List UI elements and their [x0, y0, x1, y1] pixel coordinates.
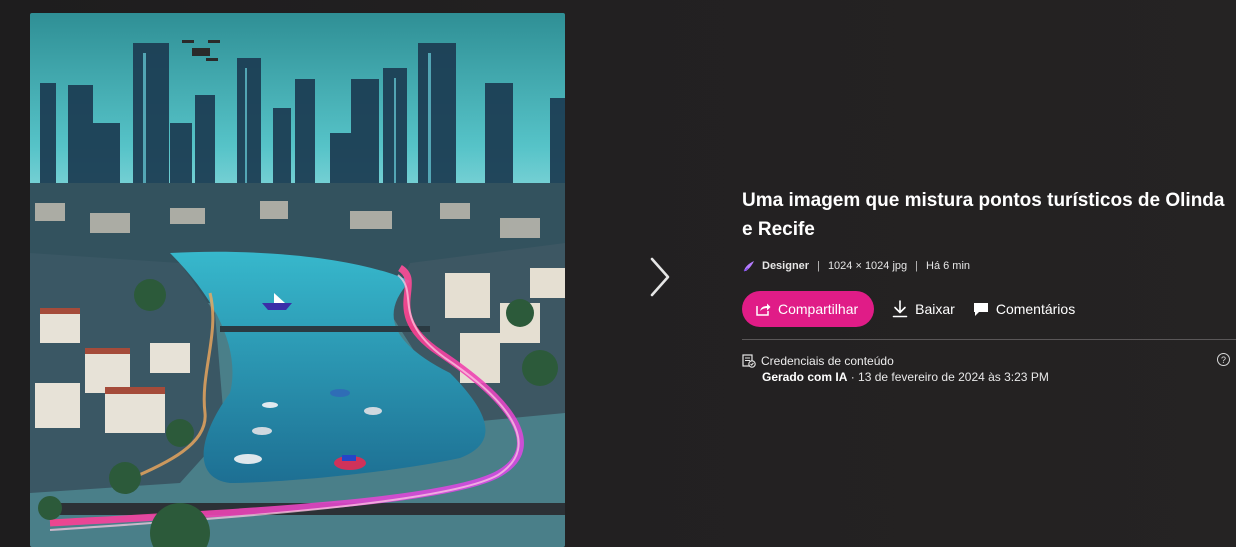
share-icon — [756, 302, 771, 316]
credentials-detail: Gerado com IA · 13 de fevereiro de 2024 … — [742, 370, 1236, 386]
content-credentials: Credenciais de conteúdo Gerado com IA · … — [742, 353, 1236, 386]
help-icon[interactable]: ? — [1217, 353, 1230, 366]
divider — [742, 339, 1236, 340]
image-title: Uma imagem que mistura pontos turísticos… — [742, 190, 1225, 240]
image-meta: Designer | 1024 × 1024 jpg | Há 6 min — [742, 258, 1236, 274]
generated-with-ai-label: Gerado com IA — [762, 370, 848, 384]
city-illustration — [30, 13, 565, 547]
meta-separator: | — [817, 260, 820, 272]
download-label: Baixar — [915, 301, 955, 317]
comments-label: Comentários — [995, 301, 1076, 317]
generated-date: · 13 de fevereiro de 2024 às 3:23 PM — [847, 370, 1049, 384]
comment-icon — [973, 302, 989, 317]
content-credentials-icon — [742, 354, 756, 368]
meta-separator: | — [915, 260, 919, 272]
download-icon — [892, 300, 908, 318]
image-age: Há 6 min — [926, 260, 971, 272]
image-viewer: Uma imagem que mistura pontos turísticos… — [0, 0, 1236, 547]
share-label: Compartilhar — [778, 301, 859, 317]
image-details-panel: Uma imagem que mistura pontos turísticos… — [742, 186, 1236, 386]
action-bar: Compartilhar Baixar Comentários — [742, 291, 1236, 327]
generated-image[interactable] — [30, 13, 565, 547]
download-button[interactable]: Baixar — [892, 291, 955, 327]
designer-logo-icon — [742, 259, 756, 273]
next-image-button[interactable] — [640, 255, 680, 303]
credentials-heading-row: Credenciais de conteúdo — [742, 353, 1236, 369]
app-name: Designer — [762, 260, 810, 272]
share-button[interactable]: Compartilhar — [742, 291, 875, 327]
comments-button[interactable]: Comentários — [973, 291, 1075, 327]
chevron-right-icon — [649, 257, 671, 302]
image-dimensions: 1024 × 1024 jpg — [827, 260, 908, 272]
credentials-heading: Credenciais de conteúdo — [761, 354, 894, 368]
